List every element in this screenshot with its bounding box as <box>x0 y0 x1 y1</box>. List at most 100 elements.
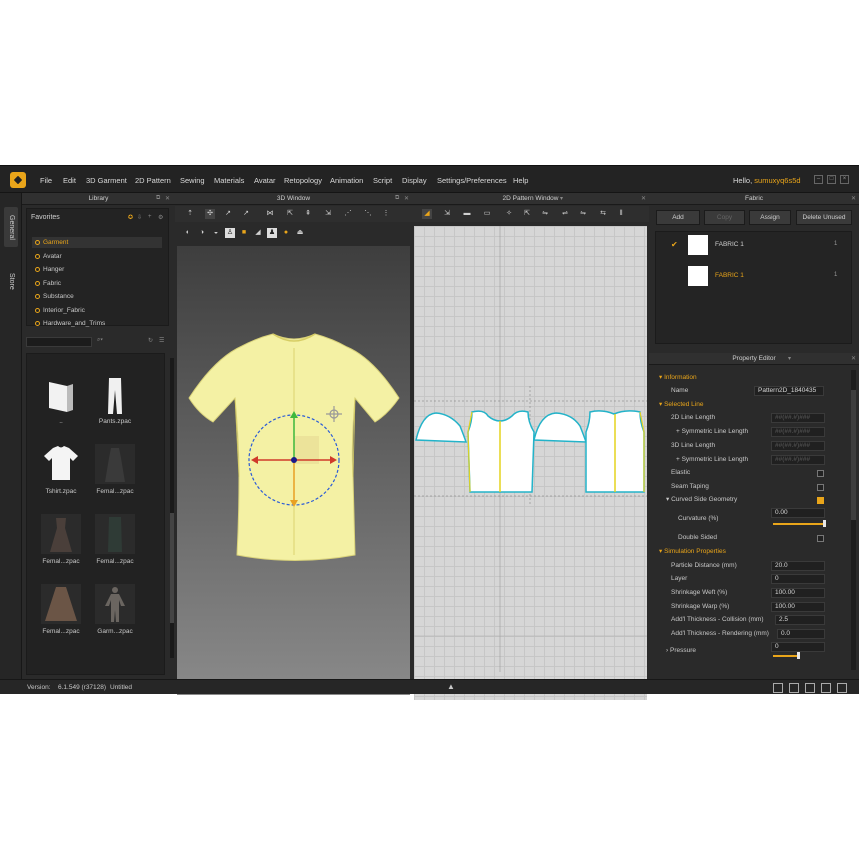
sew-3d-icon[interactable]: ⋱ <box>363 209 373 219</box>
folder-up-icon[interactable] <box>41 376 81 416</box>
pressure-slider[interactable] <box>773 655 799 657</box>
tshirt-3d-model[interactable] <box>177 246 410 695</box>
menu-edit[interactable]: Edit <box>63 176 76 185</box>
curvature-slider-handle[interactable] <box>823 520 826 527</box>
2d-viewport[interactable] <box>414 226 647 700</box>
seam-icon[interactable]: ⋰ <box>343 209 353 219</box>
garment-display-icon[interactable]: ◑ <box>197 228 207 238</box>
menu-avatar[interactable]: Avatar <box>254 176 276 185</box>
search-icon[interactable]: ⌕▾ <box>97 337 103 344</box>
add-favorite-icon[interactable]: + <box>148 214 152 220</box>
tab-store[interactable]: Store <box>4 263 18 299</box>
curved-side-geometry[interactable]: ▾ Curved Side Geometry <box>666 494 859 506</box>
library-search-input[interactable] <box>26 337 92 347</box>
layout-single-icon[interactable] <box>773 683 783 693</box>
section-information[interactable]: ▾ Information <box>659 372 859 384</box>
refresh-icon[interactable]: ↻ <box>148 337 153 344</box>
dress-icon[interactable] <box>41 514 81 554</box>
light-icon[interactable]: ◢ <box>253 228 263 238</box>
pin-tool-icon[interactable]: ↗ <box>223 209 233 219</box>
close-icon[interactable]: × <box>840 175 849 184</box>
fold-icon[interactable]: ⇱ <box>285 209 295 219</box>
particle-distance-field[interactable]: 20.0 <box>771 561 825 571</box>
menu-2d-pattern[interactable]: 2D Pattern <box>135 176 171 185</box>
import-icon[interactable]: ⇩ <box>137 214 142 221</box>
tuck-icon[interactable]: ⋈ <box>265 209 275 219</box>
arrange-icon[interactable]: ⇞ <box>303 209 313 219</box>
transform-pattern-icon[interactable]: ◢ <box>422 209 432 219</box>
2d-line-length-field[interactable]: ##(##.#)### <box>771 413 825 423</box>
fabric-delete-unused-button[interactable]: Delete Unused <box>796 210 852 225</box>
tab-general[interactable]: General <box>4 207 18 247</box>
favorite-star-icon[interactable]: ✪ <box>128 214 133 221</box>
curved-side-checkbox[interactable] <box>817 497 824 504</box>
favorite-item-substance[interactable]: Substance <box>32 291 162 302</box>
pressure-row[interactable]: › Pressure <box>666 645 859 657</box>
favorite-item-hardware-trims[interactable]: Hardware_and_Trims <box>32 318 162 327</box>
menu-file[interactable]: File <box>40 176 52 185</box>
symmetric-2d-field[interactable]: ##(##.#)### <box>771 427 825 437</box>
expand-panel-icon[interactable]: ▲ <box>447 682 455 691</box>
pants-icon[interactable] <box>95 376 135 416</box>
move-icon[interactable]: ✣ <box>205 209 215 219</box>
seam-taping-checkbox[interactable] <box>817 484 824 491</box>
property-scrollbar[interactable] <box>851 370 856 670</box>
shrinkage-weft-field[interactable]: 100.00 <box>771 588 825 598</box>
avatar-display-icon[interactable]: ◐ <box>183 228 193 238</box>
favorite-item-avatar[interactable]: Avatar <box>32 251 162 262</box>
grain-icon[interactable]: ⦀ <box>616 209 626 219</box>
fabric-row-selected[interactable]: FABRIC 1 1 <box>656 263 853 289</box>
fabric-assign-button[interactable]: Assign <box>749 210 791 225</box>
record-icon[interactable]: ● <box>281 228 291 238</box>
panel-close-icon[interactable]: ✕ <box>165 195 170 202</box>
curvature-slider[interactable] <box>773 523 825 525</box>
pattern-canvas[interactable] <box>414 226 647 700</box>
layout-settings-icon[interactable] <box>837 683 847 693</box>
library-scrollbar[interactable] <box>170 358 174 658</box>
section-simulation-properties[interactable]: ▾ Simulation Properties <box>659 546 859 558</box>
free-sewing-icon[interactable]: ⇌ <box>560 209 570 219</box>
edit-sewing-icon[interactable]: ⇋ <box>578 209 588 219</box>
menu-animation[interactable]: Animation <box>330 176 363 185</box>
list-view-icon[interactable]: ☰ <box>159 337 164 344</box>
fabric-display-icon[interactable]: ◒ <box>211 228 221 238</box>
panel-close-icon[interactable]: ✕ <box>851 355 856 362</box>
segment-sewing-icon[interactable]: ⇋ <box>540 209 550 219</box>
thickness-rendering-field[interactable]: 0.0 <box>777 629 825 639</box>
menu-display[interactable]: Display <box>402 176 427 185</box>
settings-icon[interactable]: ⚙ <box>158 214 163 221</box>
shrinkage-warp-field[interactable]: 100.00 <box>771 602 825 612</box>
select-icon[interactable]: ⇡ <box>185 209 195 219</box>
panel-float-icon[interactable]: ⧉ <box>156 195 160 202</box>
dress-icon[interactable] <box>95 514 135 554</box>
layout-grid-icon[interactable] <box>821 683 831 693</box>
favorite-item-interior-fabric[interactable]: Interior_Fabric <box>32 305 162 316</box>
avatar-silhouette-icon[interactable]: ♙ <box>225 228 235 238</box>
menu-3d-garment[interactable]: 3D Garment <box>86 176 127 185</box>
name-field[interactable]: Pattern2D_1840435 <box>754 386 824 396</box>
thickness-collision-field[interactable]: 2.5 <box>775 615 825 625</box>
curvature-field[interactable]: 0.00 <box>771 508 825 518</box>
menu-retopology[interactable]: Retopology <box>284 176 322 185</box>
pressure-slider-handle[interactable] <box>797 652 800 659</box>
restore-icon[interactable]: □ <box>827 175 836 184</box>
menu-sewing[interactable]: Sewing <box>180 176 205 185</box>
avatar-icon[interactable] <box>95 584 135 624</box>
symmetric-3d-field[interactable]: ##(##.#)### <box>771 455 825 465</box>
favorite-item-fabric[interactable]: Fabric <box>32 278 162 289</box>
layer-field[interactable]: 0 <box>771 574 825 584</box>
panel-close-icon[interactable]: ✕ <box>851 195 856 202</box>
panel-float-icon[interactable]: ⧉ <box>395 195 399 202</box>
needle-icon[interactable]: ↗ <box>241 209 251 219</box>
elastic-checkbox[interactable] <box>817 470 824 477</box>
favorite-item-garment[interactable]: Garment <box>32 237 162 248</box>
tshirt-icon[interactable] <box>41 444 81 484</box>
rectangle-icon[interactable]: ▭ <box>482 209 492 219</box>
dress-icon[interactable] <box>95 444 135 484</box>
internal-line-icon[interactable]: ✧ <box>504 209 514 219</box>
menu-materials[interactable]: Materials <box>214 176 244 185</box>
skirt-icon[interactable] <box>41 584 81 624</box>
menu-script[interactable]: Script <box>373 176 392 185</box>
edit-pattern-icon[interactable]: ⇲ <box>442 209 452 219</box>
texture-icon[interactable]: ■ <box>239 228 249 238</box>
